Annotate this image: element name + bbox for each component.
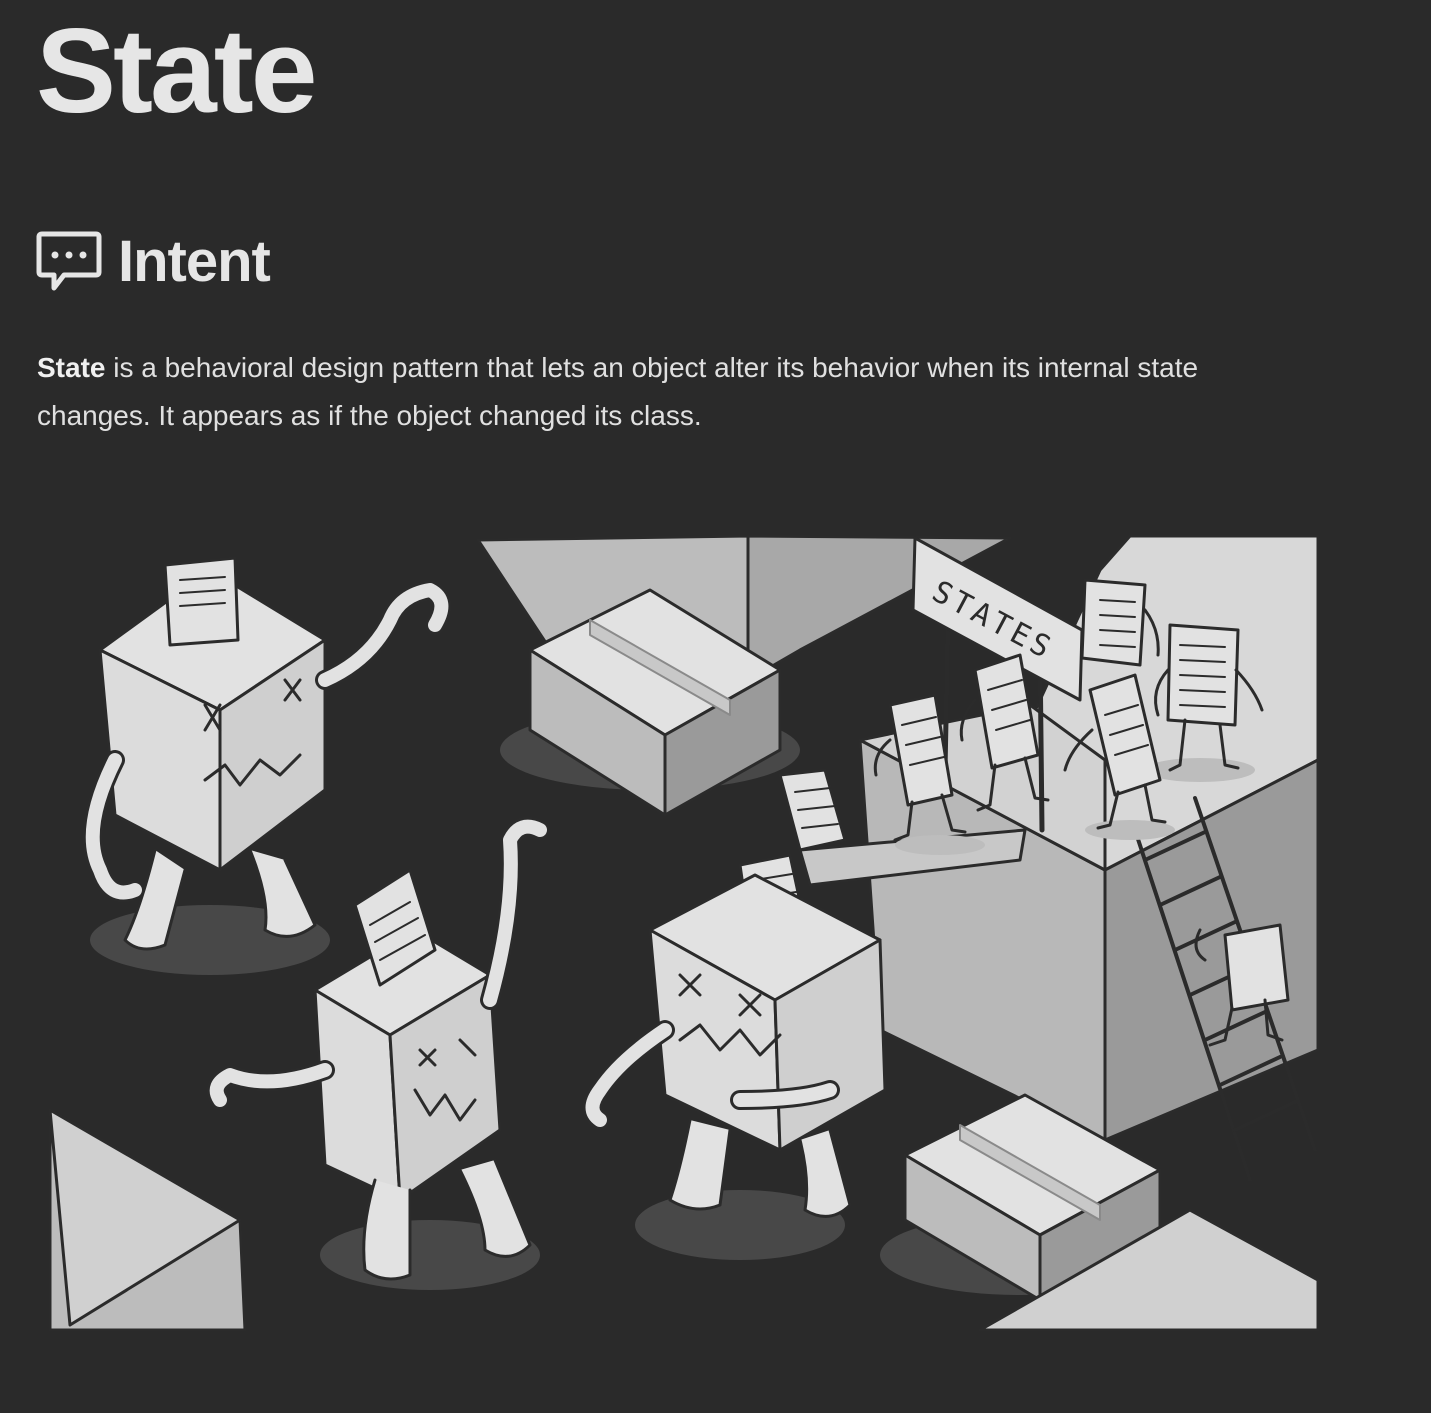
intent-heading: Intent: [36, 226, 271, 296]
speech-bubble-icon: [36, 228, 102, 294]
state-illustration: STATES: [40, 530, 1330, 1340]
intent-subject: State: [37, 352, 106, 383]
box-robot: [582, 873, 887, 1260]
intent-body: is a behavioral design pattern that lets…: [37, 352, 1199, 431]
intent-description: State is a behavioral design pattern tha…: [37, 344, 1297, 440]
page-title: State: [36, 4, 317, 138]
intent-heading-label: Intent: [118, 228, 271, 294]
